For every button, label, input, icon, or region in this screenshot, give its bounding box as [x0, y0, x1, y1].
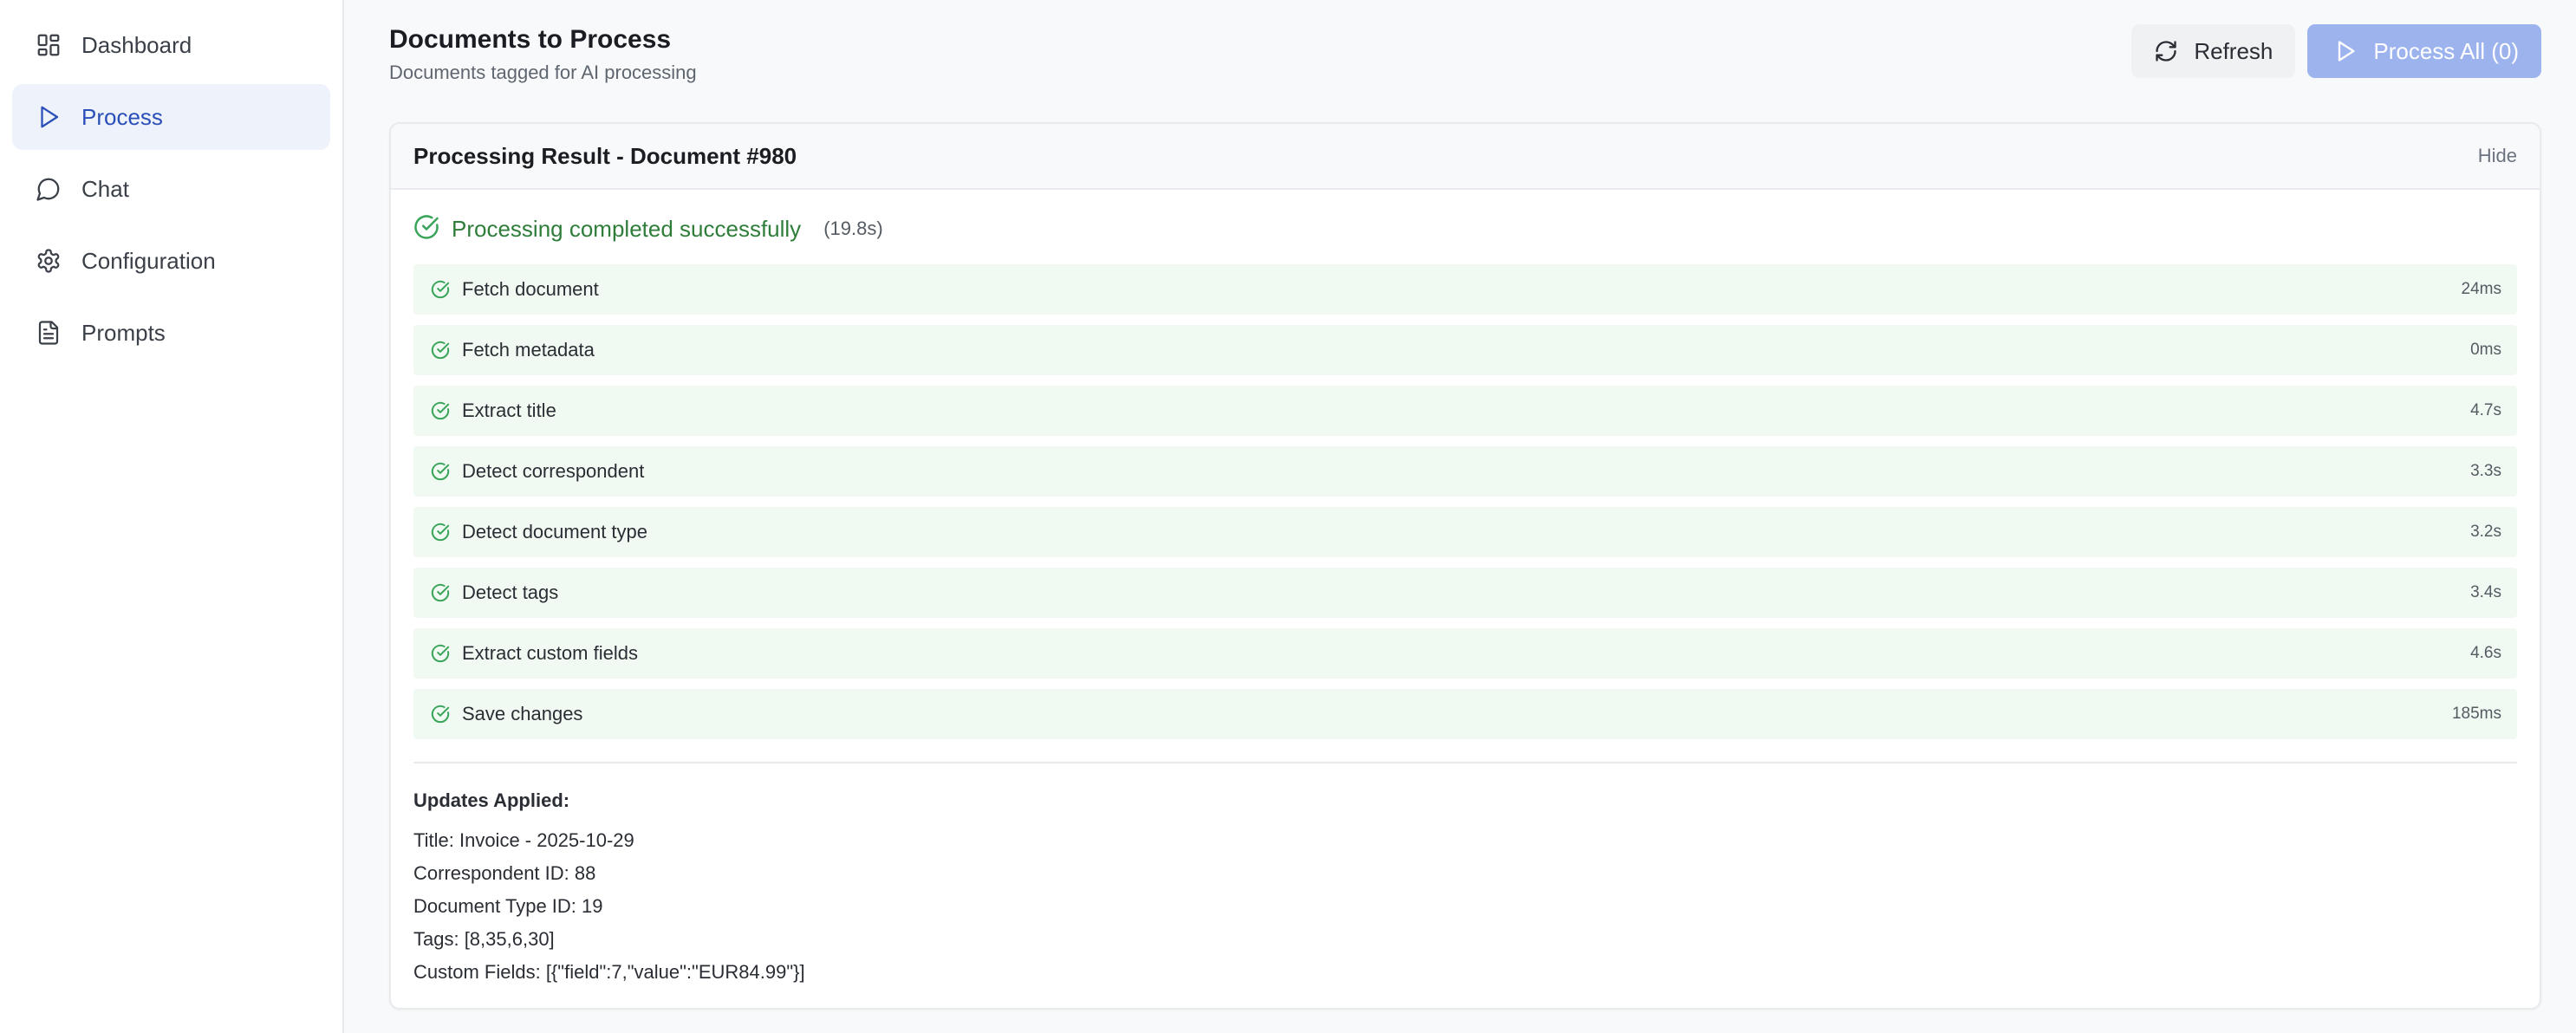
refresh-button-label: Refresh: [2194, 37, 2274, 64]
gear-icon: [35, 247, 62, 275]
step-label: Fetch metadata: [462, 339, 595, 361]
check-circle-icon: [431, 583, 450, 602]
step-time: 4.6s: [2470, 644, 2501, 662]
card-title: Processing Result - Document #980: [413, 142, 797, 169]
updates-title: Updates Applied:: [413, 789, 570, 811]
step-label: Fetch document: [462, 278, 599, 300]
step-time: 0ms: [2470, 341, 2501, 359]
sidebar-item-label: Chat: [81, 175, 129, 202]
step-row: Fetch metadata 0ms: [413, 325, 2517, 375]
sidebar-item-process[interactable]: Process: [12, 84, 330, 150]
step-label: Extract title: [462, 400, 556, 421]
sidebar-item-label: Process: [81, 103, 163, 130]
process-all-button[interactable]: Process All (0): [2307, 24, 2541, 78]
steps-list: Fetch document 24ms Fetch metadata 0ms E…: [413, 264, 2517, 739]
step-row: Extract custom fields 4.6s: [413, 628, 2517, 679]
card-header: Processing Result - Document #980 Hide: [391, 124, 2540, 190]
refresh-button[interactable]: Refresh: [2131, 24, 2296, 78]
check-circle-icon: [413, 214, 439, 244]
sidebar-item-prompts[interactable]: Prompts: [12, 300, 330, 366]
document-icon: [35, 319, 62, 347]
step-row: Fetch document 24ms: [413, 264, 2517, 315]
step-time: 3.4s: [2470, 583, 2501, 601]
sidebar-item-label: Prompts: [81, 319, 166, 346]
header-actions: Refresh Process All (0): [2131, 24, 2541, 78]
update-correspondent: Correspondent ID: 88: [413, 862, 596, 884]
step-time: 3.2s: [2470, 523, 2501, 541]
page-subtitle: Documents tagged for AI processing: [389, 62, 697, 83]
check-circle-icon: [431, 523, 450, 542]
page-title: Documents to Process: [389, 25, 672, 54]
status-line: Processing completed successfully (19.8s…: [413, 214, 2517, 244]
chat-bubble-icon: [35, 175, 62, 203]
sidebar-item-configuration[interactable]: Configuration: [12, 228, 330, 294]
main-content: Documents to Process Documents tagged fo…: [344, 0, 2576, 1033]
check-circle-icon: [431, 644, 450, 663]
sidebar-item-label: Configuration: [81, 247, 216, 274]
status-duration: (19.8s): [823, 218, 883, 239]
page-header: Documents to Process Documents tagged fo…: [389, 24, 2541, 122]
update-title: Title: Invoice - 2025-10-29: [413, 829, 634, 851]
updates-applied: Updates Applied: Title: Invoice - 2025-1…: [413, 763, 2517, 989]
step-label: Save changes: [462, 703, 583, 724]
sidebar: Dashboard Process Chat Configuration Pro…: [0, 0, 344, 1033]
check-circle-icon: [431, 462, 450, 481]
status-text: Processing completed successfully: [452, 215, 802, 242]
step-label: Extract custom fields: [462, 642, 638, 664]
step-row: Detect correspondent 3.3s: [413, 446, 2517, 497]
step-time: 3.3s: [2470, 462, 2501, 480]
page-heading: Documents to Process Documents tagged fo…: [389, 24, 697, 85]
step-row: Detect tags 3.4s: [413, 568, 2517, 618]
step-time: 4.7s: [2470, 401, 2501, 419]
check-circle-icon: [431, 280, 450, 299]
update-tags: Tags: [8,35,6,30]: [413, 928, 555, 950]
play-icon: [2339, 41, 2355, 62]
step-label: Detect tags: [462, 581, 559, 603]
play-icon: [35, 103, 62, 131]
update-document-type: Document Type ID: 19: [413, 895, 603, 917]
process-all-button-label: Process All (0): [2373, 37, 2519, 64]
step-time: 24ms: [2461, 280, 2501, 298]
sidebar-item-dashboard[interactable]: Dashboard: [12, 12, 330, 78]
step-label: Detect correspondent: [462, 460, 645, 482]
update-custom-fields: Custom Fields: [{"field":7,"value":"EUR8…: [413, 961, 805, 983]
dashboard-icon: [35, 31, 62, 59]
check-circle-icon: [431, 401, 450, 420]
sidebar-item-chat[interactable]: Chat: [12, 156, 330, 222]
hide-button[interactable]: Hide: [2478, 145, 2517, 167]
processing-result-card: Processing Result - Document #980 Hide P…: [389, 122, 2541, 1010]
card-body: Processing completed successfully (19.8s…: [391, 190, 2540, 989]
refresh-icon: [2156, 41, 2177, 62]
app-root: Dashboard Process Chat Configuration Pro…: [0, 0, 2576, 1033]
check-circle-icon: [431, 341, 450, 360]
step-time: 185ms: [2451, 705, 2501, 723]
step-row: Save changes 185ms: [413, 689, 2517, 739]
step-label: Detect document type: [462, 521, 648, 542]
check-circle-icon: [431, 705, 450, 724]
step-row: Extract title 4.7s: [413, 386, 2517, 436]
step-row: Detect document type 3.2s: [413, 507, 2517, 557]
sidebar-item-label: Dashboard: [81, 31, 192, 58]
